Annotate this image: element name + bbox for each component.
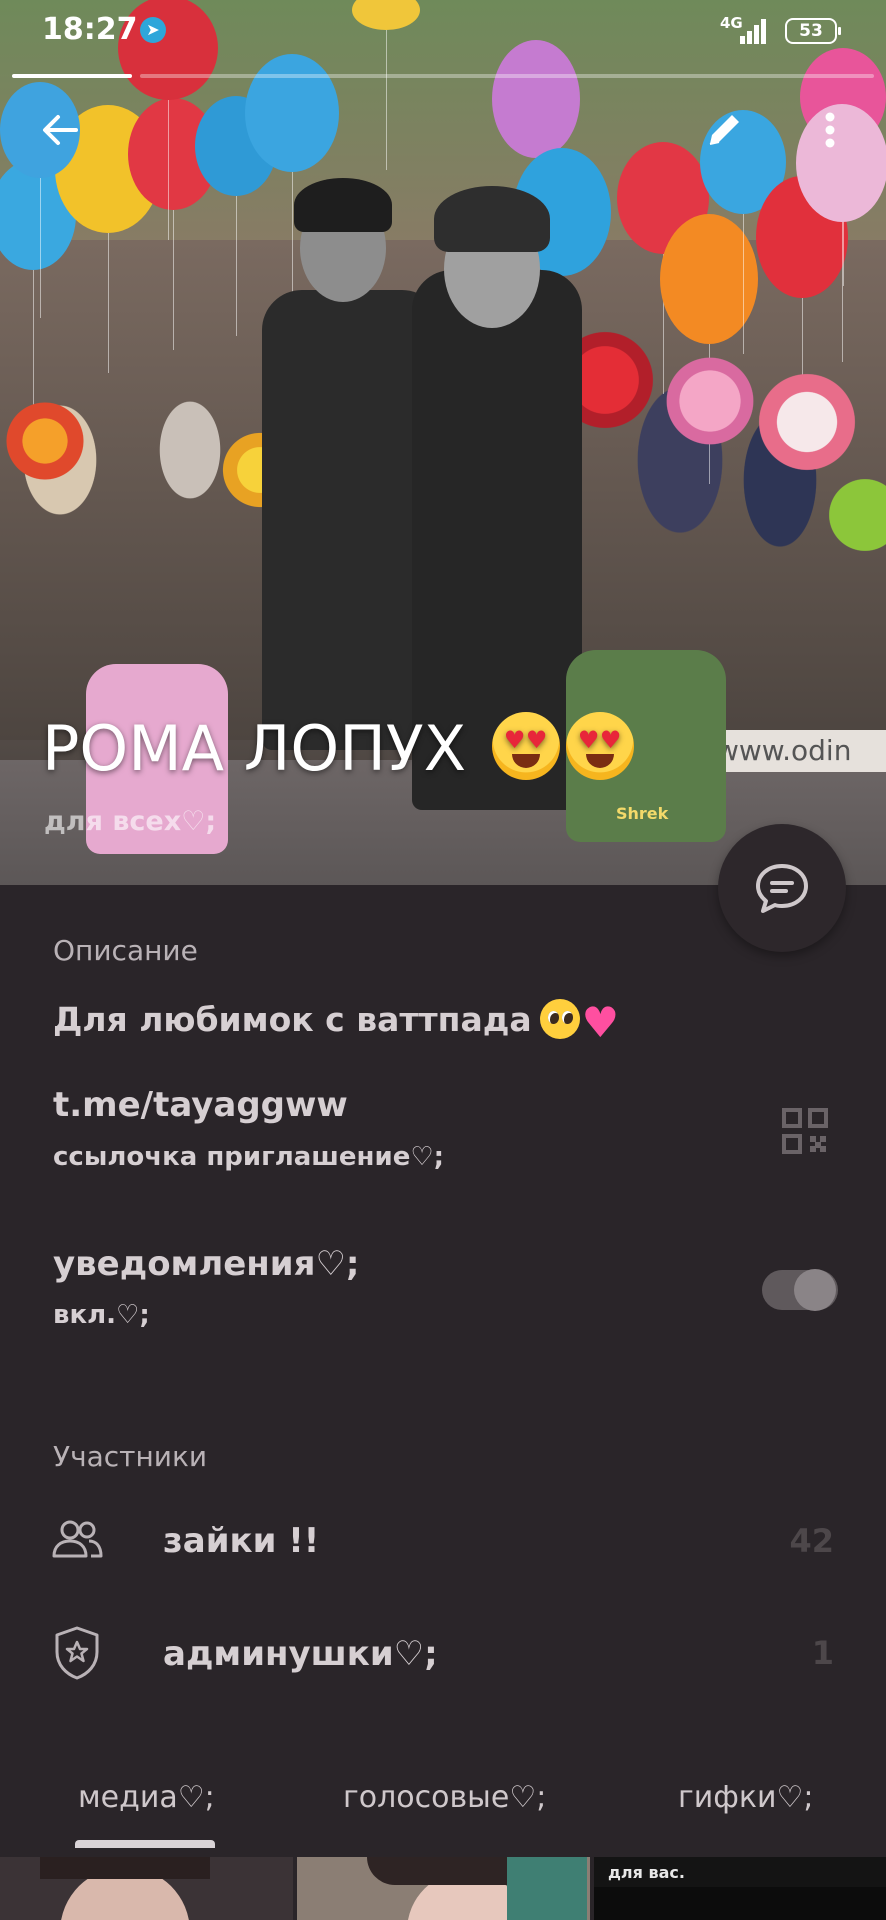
banner-sign: www.odin (706, 730, 886, 772)
notifications-label[interactable]: уведомления♡; (53, 1244, 360, 1284)
admins-row[interactable]: админушки♡; 1 (0, 1614, 886, 1694)
chat-subtitle: для всех♡; (44, 806, 217, 837)
photo-progress-bars (12, 74, 874, 78)
notifications-state: вкл.♡; (53, 1300, 150, 1330)
telegram-icon: ➤ (140, 17, 166, 43)
admins-row-label: админушки♡; (163, 1634, 438, 1674)
media-thumbnail[interactable] (0, 1857, 293, 1920)
flower-bouquet (0, 396, 90, 486)
signal-icon (740, 18, 770, 44)
photo-progress-segment (12, 74, 132, 78)
invite-link[interactable]: t.me/tayaggww (53, 1085, 348, 1125)
status-bar: 18:27 ➤ 4G 53 (0, 0, 886, 64)
media-thumbnail-text: для вас. (608, 1863, 685, 1882)
pencil-icon (709, 115, 739, 145)
invite-link-caption: ссылочка приглашение♡; (53, 1142, 445, 1172)
backpack-label: Shrek (616, 804, 669, 823)
pink-heart-emoji-icon: ♥ (581, 998, 620, 1047)
edit-button[interactable] (694, 100, 754, 160)
heart-eyes-emoji-icon (491, 712, 560, 780)
members-label: Участники (53, 1440, 208, 1473)
shield-star-icon (55, 1626, 99, 1680)
back-button[interactable] (30, 100, 90, 160)
description-text-value: Для любимок с ваттпада (53, 1000, 532, 1039)
boy-hat (294, 178, 392, 232)
description-label: Описание (53, 934, 198, 967)
admins-count: 1 (811, 1634, 834, 1672)
balloon (245, 54, 339, 312)
chat-title-text: РОМА ЛОПУХ (42, 712, 467, 785)
thumbnail-hair (40, 1857, 210, 1879)
flower-bouquet (660, 356, 760, 446)
chat-title: РОМА ЛОПУХ (42, 712, 634, 785)
open-chat-button[interactable] (718, 824, 846, 952)
boy-hood (434, 186, 550, 252)
chat-header-photo: www.odin Shrek 18:27 ➤ 4G 53 РОМА ЛОПУХ … (0, 0, 886, 885)
notifications-toggle[interactable] (762, 1269, 838, 1311)
more-vertical-icon (825, 112, 835, 148)
media-thumbnail[interactable] (297, 1857, 590, 1920)
heart-eyes-emoji-icon (565, 712, 634, 780)
status-time: 18:27 (42, 12, 138, 47)
toggle-knob (794, 1269, 836, 1311)
arrow-left-icon (43, 115, 78, 145)
members-count: 42 (789, 1522, 834, 1560)
battery-indicator: 53 (785, 18, 841, 44)
photo-progress-segment (140, 74, 874, 78)
tab-media[interactable]: медиа♡; (78, 1780, 215, 1815)
thumbnail-strip (594, 1887, 886, 1920)
tab-gifs[interactable]: гифки♡; (678, 1780, 814, 1815)
pleading-face-emoji-icon (539, 999, 580, 1039)
media-thumbnail[interactable]: для вас. (594, 1857, 886, 1920)
members-row-label: зайки !! (163, 1521, 320, 1561)
qr-code-icon (782, 1108, 828, 1154)
flower-bouquet (752, 372, 862, 472)
qr-code-button[interactable] (782, 1108, 828, 1154)
description-text: Для любимок с ваттпада ♥ (53, 998, 619, 1047)
people-icon (52, 1520, 103, 1558)
tab-voice[interactable]: голосовые♡; (343, 1780, 546, 1815)
members-row[interactable]: зайки !! 42 (0, 1500, 886, 1580)
more-options-button[interactable] (800, 100, 860, 160)
chat-bubble-icon (756, 864, 808, 913)
thumbnail-door (507, 1857, 587, 1920)
active-tab-indicator (75, 1840, 215, 1848)
